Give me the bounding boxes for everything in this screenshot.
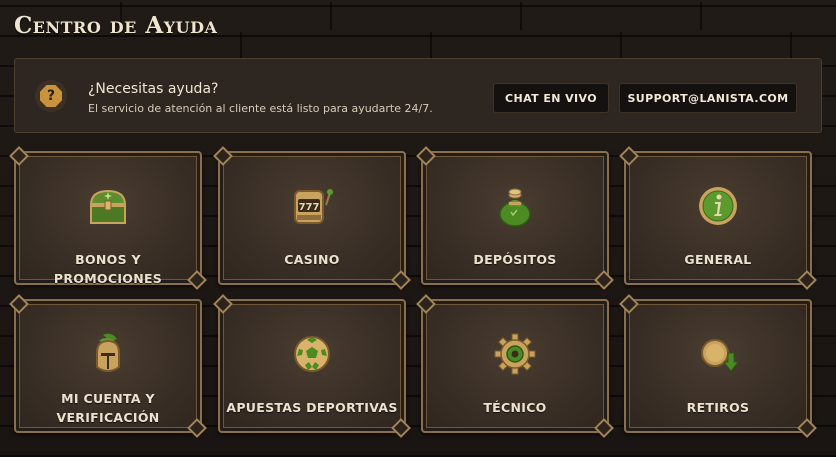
category-label: TÉCNICO bbox=[483, 400, 547, 415]
category-card-mi-cuenta[interactable]: MI CUENTA Y VERIFICACIÓN bbox=[14, 299, 202, 433]
page-title: Centro de Ayuda bbox=[14, 12, 218, 39]
treasure-chest-icon bbox=[89, 189, 127, 224]
question-icon: ? bbox=[35, 80, 67, 112]
category-card-casino[interactable]: 777 CASINO bbox=[218, 151, 406, 285]
money-bag-icon bbox=[499, 188, 531, 227]
info-icon bbox=[699, 187, 737, 225]
category-label: DEPÓSITOS bbox=[473, 252, 557, 267]
gear-icon bbox=[494, 333, 536, 375]
live-chat-button[interactable]: CHAT EN VIVO bbox=[493, 83, 609, 113]
help-subtext: El servicio de atención al cliente está … bbox=[88, 102, 433, 115]
help-banner: ? ¿Necesitas ayuda? El servicio de atenc… bbox=[14, 58, 822, 133]
category-label: CASINO bbox=[284, 252, 340, 267]
category-card-depositos[interactable]: DEPÓSITOS bbox=[421, 151, 609, 285]
category-label: MI CUENTA Y VERIFICACIÓN bbox=[56, 391, 160, 425]
gladiator-helmet-icon bbox=[96, 333, 120, 372]
category-label: APUESTAS DEPORTIVAS bbox=[226, 400, 398, 415]
support-email-button[interactable]: SUPPORT@LANISTA.COM bbox=[619, 83, 797, 113]
category-card-general[interactable]: GENERAL bbox=[624, 151, 812, 285]
category-label: BONOS Y PROMOCIONES bbox=[53, 252, 163, 286]
soccer-ball-icon bbox=[294, 336, 330, 372]
coin-withdraw-icon bbox=[701, 339, 740, 372]
category-label: GENERAL bbox=[684, 252, 752, 267]
category-label: RETIROS bbox=[686, 400, 750, 415]
slot-machine-icon: 777 bbox=[294, 189, 333, 224]
category-card-tecnico[interactable]: TÉCNICO bbox=[421, 299, 609, 433]
category-card-retiros[interactable]: RETIROS bbox=[624, 299, 812, 433]
svg-text:777: 777 bbox=[299, 202, 320, 213]
help-heading: ¿Necesitas ayuda? bbox=[88, 81, 219, 97]
category-card-apuestas[interactable]: APUESTAS DEPORTIVAS bbox=[218, 299, 406, 433]
category-card-bonos[interactable]: BONOS Y PROMOCIONES bbox=[14, 151, 202, 286]
